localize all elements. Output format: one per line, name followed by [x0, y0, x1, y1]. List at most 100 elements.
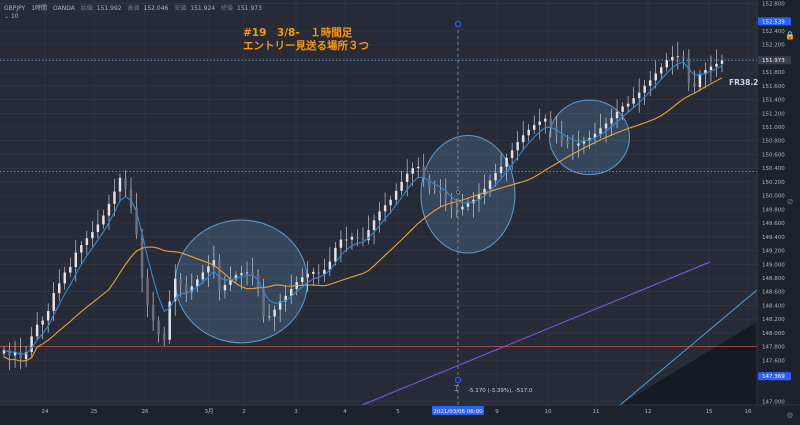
candle-body — [521, 135, 525, 143]
gear-icon[interactable]: ⚙ — [783, 410, 797, 422]
time-tick-label: 4 — [343, 409, 347, 415]
candle-body — [676, 56, 680, 58]
candle-body — [118, 177, 122, 192]
candle-body — [162, 334, 166, 340]
candle-body — [185, 284, 188, 292]
candle-body — [505, 157, 508, 167]
candle-body — [549, 118, 553, 127]
tag-icon[interactable]: ⊘ — [783, 196, 797, 208]
time-tick-label: 16 — [745, 409, 752, 415]
symbol-name[interactable]: GBPJPY — [4, 5, 25, 12]
candle-body — [378, 211, 381, 221]
candle-body — [615, 111, 619, 119]
time-axis[interactable]: 24 25 26 3月 2 3 4 5 2021/03/06 06:00 9 10 11 12 15 16 — [0, 404, 800, 425]
candle-body — [632, 98, 635, 104]
candle-body — [510, 150, 514, 158]
candle-body — [63, 272, 66, 284]
candle-body — [356, 236, 359, 239]
candle-body — [129, 188, 133, 208]
candle-body — [488, 180, 492, 189]
price-tick-label: 150.800 — [762, 139, 785, 145]
candle-body — [85, 238, 89, 246]
price-tick-label: 152.400 — [762, 29, 785, 35]
chart-window[interactable]: 152.800152.400152.200152.000151.800151.6… — [0, 0, 800, 425]
time-axis-bg — [0, 405, 800, 425]
candle-body — [682, 56, 685, 59]
price-chart[interactable]: 152.800152.400152.200152.000151.800151.6… — [0, 0, 800, 425]
indicator-count: 10 — [10, 13, 19, 20]
candle-body — [455, 207, 459, 210]
time-tick-label: 10 — [545, 409, 552, 415]
candle-body — [461, 206, 464, 210]
ma-fast-line — [3, 61, 723, 355]
candle-body — [323, 269, 326, 274]
candle-body — [361, 238, 365, 241]
low-value: 151.924 — [190, 5, 216, 12]
time-tick-label: 15 — [706, 409, 713, 415]
candle-body — [306, 273, 310, 278]
lock-icon[interactable]: 🔒 — [783, 30, 797, 42]
candle-body — [69, 267, 72, 273]
candle-body — [604, 123, 608, 129]
candle-body — [599, 128, 602, 134]
candle-body — [394, 190, 398, 200]
price-tick-label: 151.400 — [762, 98, 785, 104]
candle-body — [102, 215, 105, 225]
candle-body — [715, 63, 718, 67]
candle-body — [151, 304, 155, 321]
price-tick-label: 148.600 — [762, 290, 785, 296]
candle-body — [334, 247, 337, 262]
candle-body — [196, 279, 199, 287]
candle-body — [571, 144, 575, 146]
candle-body — [179, 278, 182, 285]
candle-body — [19, 352, 22, 360]
price-tick-label: 152.800 — [762, 1, 785, 7]
time-tick-label: 26 — [142, 409, 149, 415]
candle-body — [433, 188, 437, 191]
candle-body — [339, 239, 343, 248]
price-tick-label: 149.600 — [762, 221, 785, 227]
measure-readout: -5.170 (-3.39%), -517.0 — [468, 388, 533, 394]
annotation-note[interactable]: #19 3/8- １時間足 エントリー見送る場所３つ — [243, 27, 369, 53]
fib-level-label: FR38.2 — [729, 78, 759, 87]
time-tick-label: 2 — [242, 409, 246, 415]
price-tick-label: 148.000 — [762, 331, 785, 337]
price-tick-label: 152.200 — [762, 43, 785, 49]
candle-body — [654, 73, 657, 81]
candle-body — [709, 66, 713, 71]
candle-body — [532, 124, 536, 130]
price-tick-label: 150.200 — [762, 180, 785, 186]
symbol-header[interactable]: GBPJPY 1時間 OANDA 始値 151.992 高値 152.046 安値 1… — [4, 3, 266, 12]
time-tick-label: 3 — [294, 409, 298, 415]
candle-body — [267, 316, 271, 318]
candle-body — [107, 203, 111, 216]
candle-body — [289, 288, 293, 296]
candle-body — [660, 67, 663, 74]
price-badge-top: 152.539 — [762, 19, 785, 25]
price-badge-bottom: 147.369 — [762, 374, 785, 380]
candle-body — [8, 350, 11, 356]
candle-body — [74, 252, 78, 268]
candle-body — [560, 135, 564, 141]
time-tick-label: 9 — [495, 409, 499, 415]
candle-body — [577, 143, 580, 146]
timeframe-label[interactable]: 1時間 — [31, 5, 47, 12]
price-tick-label: 148.200 — [762, 317, 785, 323]
candle-body — [317, 271, 321, 274]
price-tick-label: 150.000 — [762, 194, 785, 200]
candle-body — [35, 324, 39, 337]
candle-body — [621, 106, 624, 112]
candle-body — [422, 166, 425, 179]
time-tick-label: 11 — [593, 409, 600, 415]
chevron-down-icon[interactable]: ⌄ — [4, 13, 9, 20]
price-axis[interactable]: 152.800152.400152.200152.000151.800151.6… — [756, 0, 800, 425]
low-label: 安値 — [174, 5, 187, 12]
indicator-toggle[interactable]: ⌄ 10 — [4, 13, 19, 20]
candle-body — [312, 271, 315, 274]
candlesticks — [2, 41, 724, 370]
candle-body — [273, 309, 276, 317]
candle-body — [516, 142, 519, 151]
candle-body — [665, 60, 669, 68]
candle-body — [91, 232, 94, 239]
price-tick-label: 148.800 — [762, 276, 785, 282]
